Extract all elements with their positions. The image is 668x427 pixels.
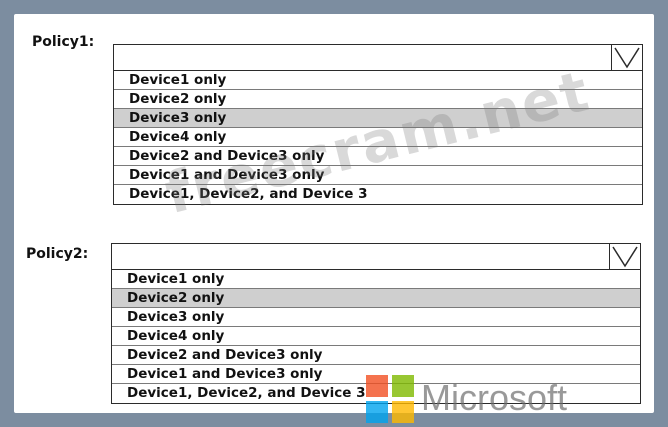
- policy2-option[interactable]: Device2 and Device3 only: [112, 346, 640, 365]
- policy2-select-box[interactable]: [112, 244, 640, 270]
- policy1-select-box[interactable]: [114, 45, 642, 71]
- policy2-label: Policy2:: [26, 246, 89, 262]
- policy1-option[interactable]: Device1, Device2, and Device 3: [114, 185, 642, 204]
- policy1-options: Device1 only Device2 only Device3 only D…: [114, 71, 642, 204]
- policy1-option[interactable]: Device4 only: [114, 128, 642, 147]
- policy2-option-selected[interactable]: Device2 only: [112, 289, 640, 308]
- policy1-label: Policy1:: [32, 34, 95, 50]
- policy1-option[interactable]: Device2 only: [114, 90, 642, 109]
- microsoft-logo-icon: [366, 375, 414, 423]
- policy2-option[interactable]: Device3 only: [112, 308, 640, 327]
- chevron-down-icon[interactable]: [611, 45, 642, 70]
- policy1-option[interactable]: Device1 only: [114, 71, 642, 90]
- policy1-option[interactable]: Device2 and Device3 only: [114, 147, 642, 166]
- policy2-option[interactable]: Device4 only: [112, 327, 640, 346]
- policy2-option[interactable]: Device1 only: [112, 270, 640, 289]
- question-panel: Policy1: Device1 only Device2 only Devic…: [14, 14, 654, 423]
- microsoft-wordmark: Microsoft: [421, 377, 568, 418]
- policy1-dropdown[interactable]: Device1 only Device2 only Device3 only D…: [113, 44, 643, 205]
- policy1-option-selected[interactable]: Device3 only: [114, 109, 642, 128]
- policy1-option[interactable]: Device1 and Device3 only: [114, 166, 642, 185]
- chevron-down-icon[interactable]: [609, 244, 640, 269]
